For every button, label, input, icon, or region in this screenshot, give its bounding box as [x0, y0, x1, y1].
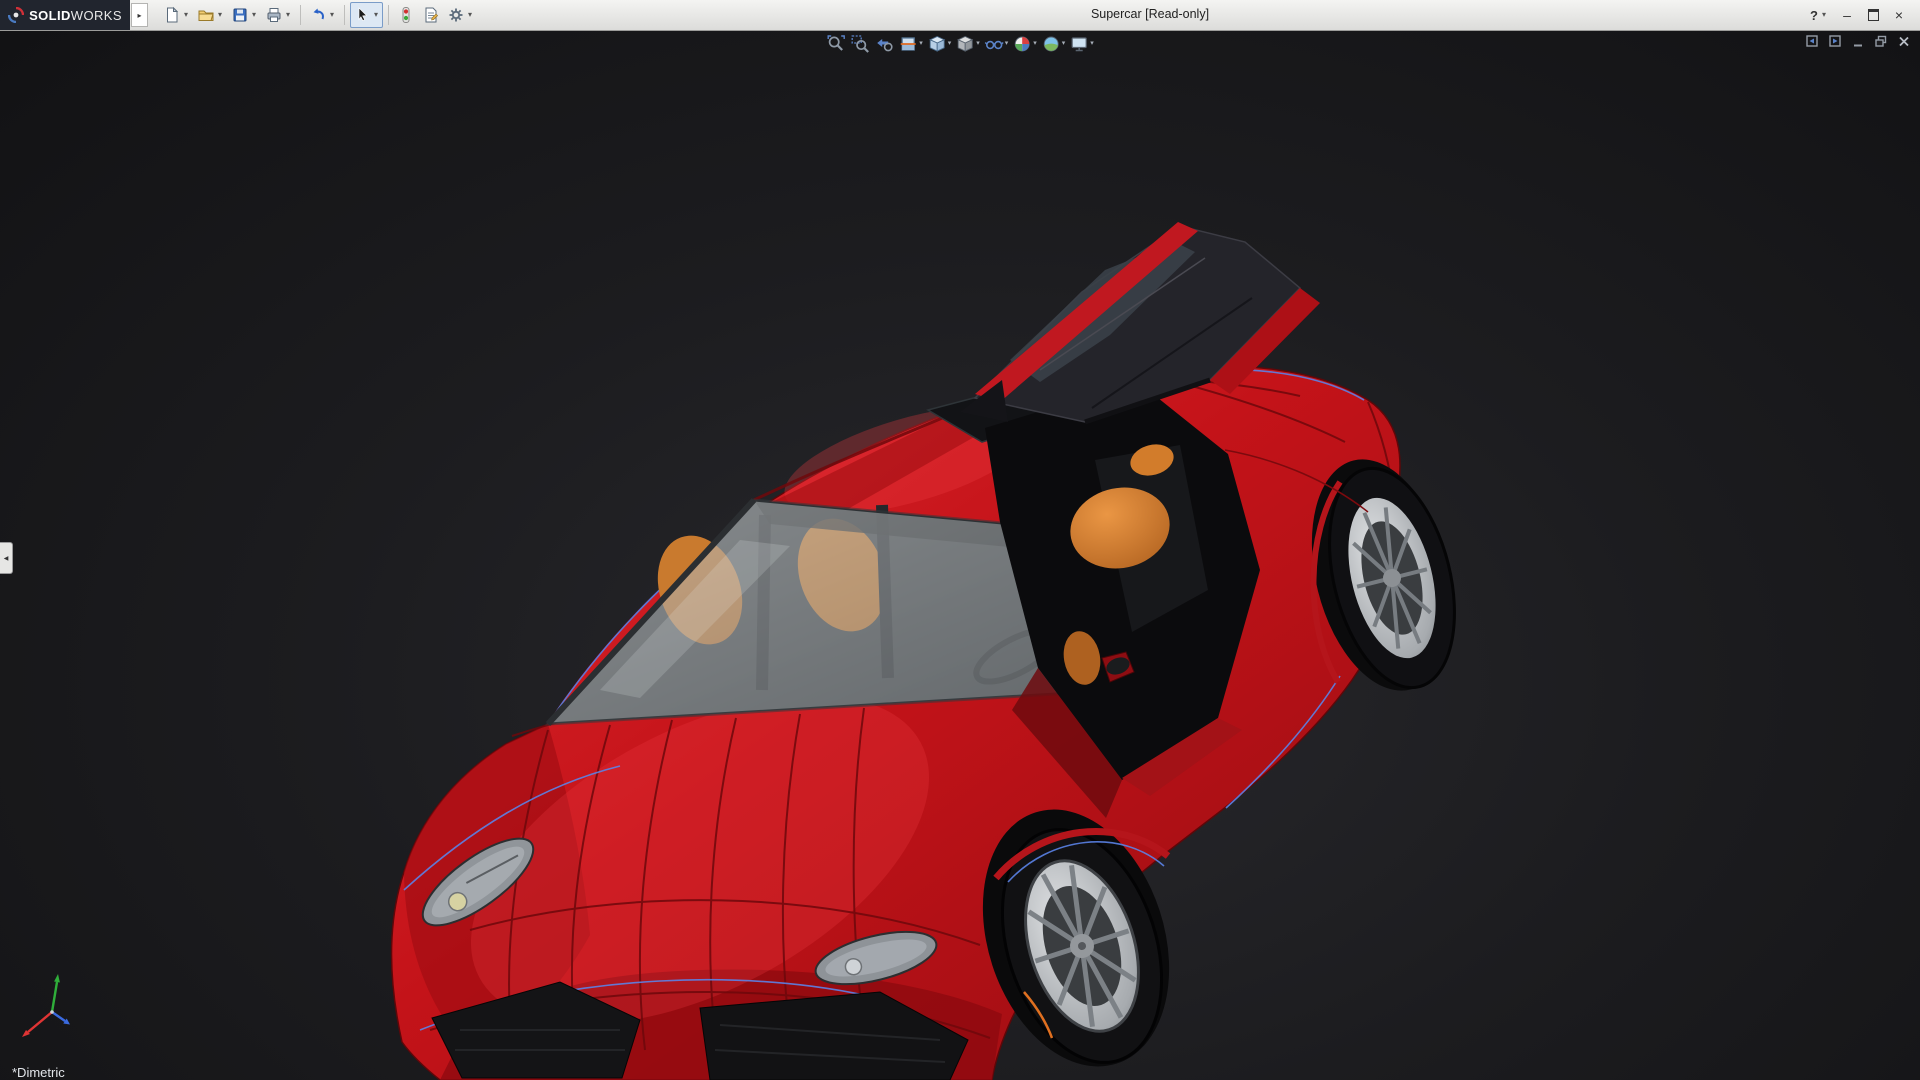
previous-view-button[interactable] [873, 33, 895, 55]
new-document-icon [163, 6, 181, 24]
dropdown-caret[interactable]: ▾ [1033, 34, 1037, 54]
view-settings-button[interactable]: ▾ [1068, 33, 1095, 55]
select-cursor-icon [353, 6, 371, 24]
options-button[interactable]: ▾ [444, 2, 477, 28]
save-icon [231, 6, 249, 24]
restore-document-button[interactable] [1873, 34, 1889, 49]
minimize-button[interactable]: – [1836, 5, 1858, 25]
rebuild-icon [397, 6, 415, 24]
graphics-area[interactable]: ▾ ▾ ▾ ▾ [0, 30, 1920, 1080]
dropdown-caret[interactable]: ▾ [466, 3, 474, 27]
panel-collapse-icon: ◀ [4, 555, 9, 562]
edit-appearance-icon [1012, 34, 1032, 54]
display-style-icon [955, 34, 975, 54]
minimize-document-icon [1850, 34, 1866, 49]
hide-show-items-button[interactable]: ▾ [983, 33, 1010, 55]
headsup-view-toolbar: ▾ ▾ ▾ ▾ [825, 33, 1095, 55]
y-axis-green [52, 974, 60, 1012]
dropdown-caret[interactable]: ▾ [948, 34, 952, 54]
section-view-icon [898, 34, 918, 54]
dropdown-caret[interactable]: ▾ [250, 3, 258, 27]
featuremanager-collapsed-tab[interactable]: ◀ [0, 542, 13, 574]
document-title: Supercar [Read-only] [1040, 7, 1260, 21]
edit-appearance-button[interactable]: ▾ [1011, 33, 1038, 55]
maximize-button[interactable] [1862, 5, 1884, 25]
main-toolbar: ▾ ▾ ▾ ▾ [160, 2, 477, 28]
car-model[interactable] [392, 222, 1476, 1080]
zoom-to-area-icon [850, 34, 870, 54]
help-button[interactable]: ? ▾ [1806, 3, 1832, 27]
maximize-icon [1868, 9, 1879, 21]
toolbar-separator [388, 5, 389, 25]
rebuild-button[interactable] [394, 2, 418, 28]
view-orientation-icon [927, 34, 947, 54]
next-window-button[interactable] [1827, 34, 1843, 49]
close-document-icon [1896, 34, 1912, 49]
brand-works: WORKS [71, 8, 122, 23]
brand-solid: SOLID [29, 8, 71, 23]
new-document-button[interactable]: ▾ [160, 2, 193, 28]
print-button[interactable]: ▾ [262, 2, 295, 28]
next-window-icon [1827, 34, 1843, 49]
dropdown-caret[interactable]: ▾ [1062, 34, 1066, 54]
dropdown-caret[interactable]: ▾ [1820, 3, 1828, 27]
select-tool-button[interactable]: ▾ [350, 2, 383, 28]
zoom-to-fit-icon [826, 34, 846, 54]
apply-scene-icon [1041, 34, 1061, 54]
dropdown-caret[interactable]: ▾ [328, 3, 336, 27]
z-axis-blue [52, 1012, 70, 1025]
minimize-document-button[interactable] [1850, 34, 1866, 49]
dropdown-caret[interactable]: ▾ [976, 34, 980, 54]
coordinate-triad [14, 968, 80, 1048]
dropdown-caret[interactable]: ▾ [372, 3, 380, 27]
file-properties-button[interactable] [419, 2, 443, 28]
apply-scene-button[interactable]: ▾ [1040, 33, 1067, 55]
dassault-logo-icon [8, 7, 24, 23]
titlebar[interactable]: SOLIDWORKS ▸ ▾ ▾ ▾ [0, 0, 1920, 31]
zoom-to-area-button[interactable] [849, 33, 871, 55]
undo-button[interactable]: ▾ [306, 2, 339, 28]
brand-text: SOLIDWORKS [29, 8, 122, 23]
model-canvas[interactable] [0, 30, 1920, 1080]
view-orientation-label: *Dimetric [12, 1065, 65, 1080]
toolbar-separator [344, 5, 345, 25]
solidworks-logo: SOLIDWORKS [0, 0, 130, 30]
options-icon [447, 6, 465, 24]
dropdown-caret[interactable]: ▾ [182, 3, 190, 27]
minimize-icon: – [1843, 7, 1851, 23]
dropdown-caret[interactable]: ▾ [1090, 34, 1094, 54]
previous-window-button[interactable] [1804, 34, 1820, 49]
close-icon: × [1895, 7, 1903, 23]
menu-expand-tab[interactable]: ▸ [131, 3, 148, 27]
x-axis-red [22, 1012, 52, 1037]
titlebar-right-controls: ? ▾ – × [1806, 3, 1920, 27]
hide-show-items-icon [984, 34, 1004, 54]
dropdown-caret[interactable]: ▾ [1005, 34, 1009, 54]
file-properties-icon [422, 6, 440, 24]
section-view-button[interactable]: ▾ [897, 33, 924, 55]
document-window-controls [1804, 34, 1912, 49]
restore-document-icon [1873, 34, 1889, 49]
open-button[interactable]: ▾ [194, 2, 227, 28]
menu-expand-icon: ▸ [137, 11, 141, 20]
view-orientation-button[interactable]: ▾ [926, 33, 953, 55]
view-settings-icon [1069, 34, 1089, 54]
undo-icon [309, 6, 327, 24]
display-style-button[interactable]: ▾ [954, 33, 981, 55]
close-button[interactable]: × [1888, 5, 1910, 25]
dropdown-caret[interactable]: ▾ [284, 3, 292, 27]
toolbar-separator [300, 5, 301, 25]
dropdown-caret[interactable]: ▾ [216, 3, 224, 27]
print-icon [265, 6, 283, 24]
open-icon [197, 6, 215, 24]
previous-view-icon [874, 34, 894, 54]
previous-window-icon [1804, 34, 1820, 49]
help-icon: ? [1810, 8, 1818, 23]
dropdown-caret[interactable]: ▾ [919, 34, 923, 54]
zoom-to-fit-button[interactable] [825, 33, 847, 55]
save-button[interactable]: ▾ [228, 2, 261, 28]
close-document-button[interactable] [1896, 34, 1912, 49]
